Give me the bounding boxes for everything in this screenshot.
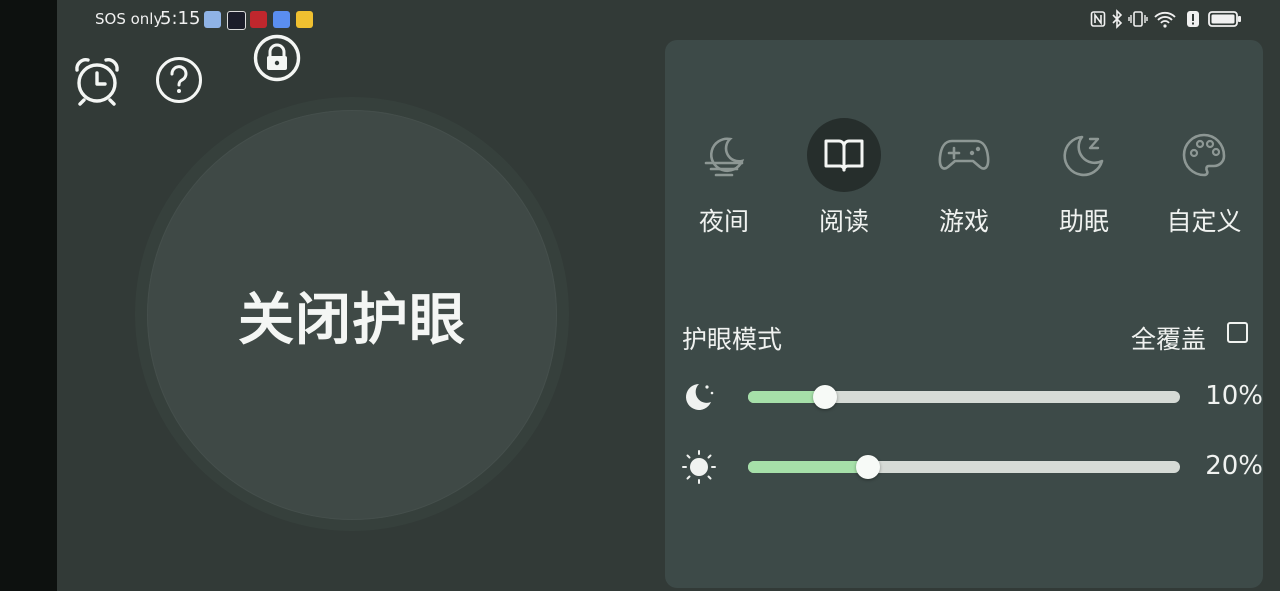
dim-percent: 10% (1205, 381, 1263, 411)
mode-icon-container (1047, 118, 1121, 192)
eye-mode-title: 护眼模式 (682, 325, 783, 354)
question-icon[interactable] (155, 56, 203, 104)
wifi-icon (1154, 11, 1176, 28)
vibrate-icon (1128, 11, 1148, 27)
mode-label: 夜间 (698, 207, 749, 236)
book-icon (824, 139, 864, 172)
mode-icon-container (927, 118, 1001, 192)
brightness-slider-row: 20% (665, 447, 1263, 487)
sleep-moon-icon (1063, 135, 1104, 177)
night-moon-icon (704, 137, 745, 177)
full-cover-checkbox[interactable] (1227, 322, 1248, 343)
gamepad-icon (938, 139, 990, 170)
dim-slider-thumb[interactable] (813, 385, 837, 409)
mode-reading[interactable]: 阅读 (789, 118, 899, 238)
main-button-label: 关闭护眼 (238, 287, 466, 353)
mode-label: 自定义 (1166, 207, 1242, 236)
notification-app-icon (250, 11, 267, 28)
dim-slider-track[interactable] (748, 385, 1180, 409)
mode-icon-container (1167, 118, 1241, 192)
battery-icon (1208, 11, 1241, 27)
carrier-text: SOS only (95, 10, 163, 28)
brightness-slider-track[interactable] (748, 455, 1180, 479)
status-bar: SOS only 5:15 (57, 0, 1280, 40)
main-screen: SOS only 5:15 关闭护眼 夜间 阅读 游戏 助眠 自定义 护眼模式 … (57, 0, 1280, 591)
sun-icon (682, 450, 716, 484)
close-eye-protection-button[interactable]: 关闭护眼 (147, 110, 557, 520)
clock-time: 5:15 (160, 8, 201, 29)
mode-game[interactable]: 游戏 (909, 118, 1019, 238)
brightness-slider-fill (748, 461, 868, 473)
notification-app-icon (204, 11, 221, 28)
notification-app-icon (273, 11, 290, 28)
notification-app-icon (296, 11, 313, 28)
lock-icon[interactable] (253, 34, 301, 82)
dim-slider-row: 10% (665, 377, 1263, 417)
mode-icon-container (687, 118, 761, 192)
alert-icon (1187, 11, 1199, 27)
moon-icon (686, 384, 714, 410)
mode-icon-container-active (807, 118, 881, 192)
mode-label: 阅读 (818, 207, 869, 236)
palette-icon (1182, 133, 1226, 177)
full-cover-label: 全覆盖 (1131, 325, 1207, 354)
settings-panel: 夜间 阅读 游戏 助眠 自定义 护眼模式 全覆盖 10% 20% (665, 40, 1263, 588)
mode-custom[interactable]: 自定义 (1149, 118, 1259, 238)
bluetooth-icon (1112, 9, 1123, 29)
alarm-clock-icon[interactable] (73, 56, 121, 106)
brightness-slider-thumb[interactable] (856, 455, 880, 479)
mode-sleep[interactable]: 助眠 (1029, 118, 1139, 238)
brightness-percent: 20% (1205, 451, 1263, 481)
mode-label: 游戏 (938, 207, 989, 236)
nfc-icon (1090, 11, 1106, 27)
mode-label: 助眠 (1058, 207, 1109, 236)
mode-night[interactable]: 夜间 (669, 118, 779, 238)
left-edge-strip (0, 0, 57, 591)
notification-app-icon (227, 11, 246, 30)
